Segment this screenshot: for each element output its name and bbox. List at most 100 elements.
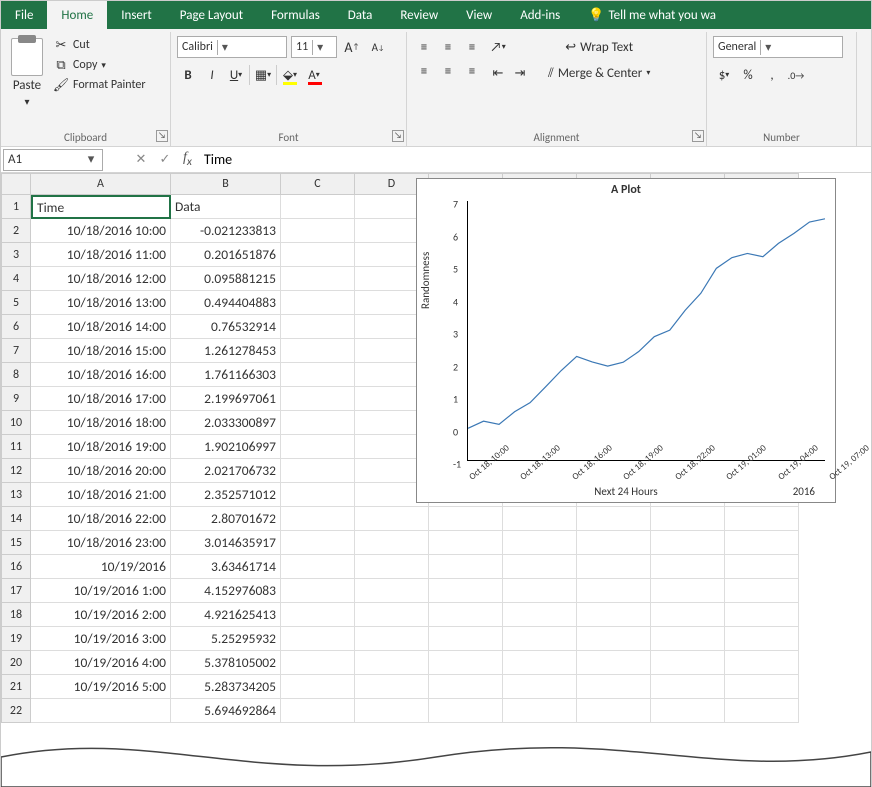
font-name-combo[interactable]: Calibri▾ bbox=[177, 36, 287, 58]
cell[interactable] bbox=[429, 555, 503, 579]
tab-formulas[interactable]: Formulas bbox=[257, 1, 334, 29]
chevron-down-icon[interactable]: ▾ bbox=[101, 60, 106, 71]
cell[interactable]: 4.921625413 bbox=[171, 603, 281, 627]
tab-home[interactable]: Home bbox=[47, 1, 107, 29]
cell[interactable]: 10/18/2016 17:00 bbox=[31, 387, 171, 411]
italic-button[interactable]: I bbox=[201, 64, 223, 86]
align-bottom-button[interactable]: ≡ bbox=[461, 36, 483, 58]
cell[interactable]: 10/18/2016 22:00 bbox=[31, 507, 171, 531]
cell[interactable] bbox=[281, 267, 355, 291]
cell[interactable]: 10/19/2016 3:00 bbox=[31, 627, 171, 651]
row-header[interactable]: 13 bbox=[1, 483, 31, 507]
cell[interactable] bbox=[429, 627, 503, 651]
cell[interactable]: 10/18/2016 10:00 bbox=[31, 219, 171, 243]
decrease-indent-button[interactable]: ⇤ bbox=[487, 62, 509, 84]
cell[interactable] bbox=[281, 387, 355, 411]
cell[interactable] bbox=[503, 507, 577, 531]
cell[interactable] bbox=[429, 675, 503, 699]
cell[interactable]: 2.352571012 bbox=[171, 483, 281, 507]
tab-insert[interactable]: Insert bbox=[107, 1, 166, 29]
font-size-combo[interactable]: 11▾ bbox=[291, 36, 337, 58]
cell[interactable] bbox=[577, 627, 651, 651]
row-header[interactable]: 10 bbox=[1, 411, 31, 435]
row-header[interactable]: 1 bbox=[1, 195, 31, 219]
cell[interactable] bbox=[577, 675, 651, 699]
merge-center-button[interactable]: ⫽Merge & Center▾ bbox=[541, 62, 657, 84]
chevron-down-icon[interactable]: ▾ bbox=[84, 152, 98, 167]
accounting-button[interactable]: $▾ bbox=[713, 64, 735, 86]
cell[interactable] bbox=[651, 675, 725, 699]
cell[interactable]: 10/18/2016 23:00 bbox=[31, 531, 171, 555]
cell[interactable] bbox=[651, 555, 725, 579]
cell[interactable] bbox=[503, 555, 577, 579]
row-header[interactable]: 17 bbox=[1, 579, 31, 603]
align-center-button[interactable]: ≡ bbox=[437, 60, 459, 82]
cell[interactable] bbox=[577, 603, 651, 627]
cell[interactable]: 10/19/2016 1:00 bbox=[31, 579, 171, 603]
cell[interactable]: 0.76532914 bbox=[171, 315, 281, 339]
chevron-down-icon[interactable]: ▾ bbox=[24, 95, 29, 108]
cell[interactable] bbox=[651, 603, 725, 627]
underline-button[interactable]: U▾ bbox=[225, 64, 247, 86]
cell[interactable] bbox=[281, 603, 355, 627]
paste-button[interactable]: Paste ▾ bbox=[7, 36, 47, 110]
cell[interactable]: 10/18/2016 14:00 bbox=[31, 315, 171, 339]
cell[interactable] bbox=[355, 507, 429, 531]
cell[interactable]: 10/18/2016 21:00 bbox=[31, 483, 171, 507]
dialog-launcher-alignment[interactable]: ↘ bbox=[692, 130, 704, 142]
row-header[interactable]: 12 bbox=[1, 459, 31, 483]
cell[interactable]: 2.021706732 bbox=[171, 459, 281, 483]
cell[interactable]: 5.283734205 bbox=[171, 675, 281, 699]
cell[interactable] bbox=[281, 699, 355, 723]
cell[interactable] bbox=[429, 651, 503, 675]
comma-button[interactable]: , bbox=[761, 64, 783, 86]
chevron-down-icon[interactable]: ▾ bbox=[217, 40, 231, 55]
cell[interactable] bbox=[281, 195, 355, 219]
cell[interactable] bbox=[281, 459, 355, 483]
cell[interactable] bbox=[577, 699, 651, 723]
row-header[interactable]: 19 bbox=[1, 627, 31, 651]
cell[interactable]: -0.021233813 bbox=[171, 219, 281, 243]
increase-decimal-button[interactable]: .0→ bbox=[785, 64, 807, 86]
cell[interactable] bbox=[281, 651, 355, 675]
cell[interactable]: 5.694692864 bbox=[171, 699, 281, 723]
cell[interactable]: 0.095881215 bbox=[171, 267, 281, 291]
tab-page-layout[interactable]: Page Layout bbox=[166, 1, 257, 29]
cell[interactable] bbox=[281, 363, 355, 387]
cell[interactable]: 10/19/2016 2:00 bbox=[31, 603, 171, 627]
cell[interactable] bbox=[429, 531, 503, 555]
cell[interactable] bbox=[651, 531, 725, 555]
chevron-down-icon[interactable]: ▾ bbox=[312, 40, 326, 55]
fx-icon[interactable]: fx bbox=[177, 150, 198, 169]
dialog-launcher-clipboard[interactable]: ↘ bbox=[156, 130, 168, 142]
cell[interactable] bbox=[725, 675, 799, 699]
row-header[interactable]: 16 bbox=[1, 555, 31, 579]
row-header[interactable]: 2 bbox=[1, 219, 31, 243]
formula-input[interactable] bbox=[198, 148, 871, 172]
cell[interactable] bbox=[503, 627, 577, 651]
cell[interactable] bbox=[281, 411, 355, 435]
row-header[interactable]: 18 bbox=[1, 603, 31, 627]
cell[interactable]: 1.261278453 bbox=[171, 339, 281, 363]
row-header[interactable]: 4 bbox=[1, 267, 31, 291]
cell[interactable] bbox=[281, 291, 355, 315]
column-header-C[interactable]: C bbox=[281, 173, 355, 195]
cell[interactable] bbox=[281, 339, 355, 363]
cell[interactable] bbox=[503, 699, 577, 723]
cell[interactable] bbox=[577, 555, 651, 579]
cell[interactable]: 1.761166303 bbox=[171, 363, 281, 387]
row-header[interactable]: 3 bbox=[1, 243, 31, 267]
cell[interactable]: 10/18/2016 18:00 bbox=[31, 411, 171, 435]
row-header[interactable]: 22 bbox=[1, 699, 31, 723]
name-box[interactable]: A1▾ bbox=[3, 149, 103, 171]
row-header[interactable]: 11 bbox=[1, 435, 31, 459]
column-header-A[interactable]: A bbox=[31, 173, 171, 195]
tab-file[interactable]: File bbox=[1, 1, 47, 29]
wrap-text-button[interactable]: ↩Wrap Text bbox=[541, 36, 657, 58]
cell[interactable] bbox=[503, 531, 577, 555]
cell[interactable] bbox=[577, 507, 651, 531]
cell[interactable] bbox=[651, 699, 725, 723]
cell[interactable] bbox=[577, 651, 651, 675]
decrease-font-button[interactable]: A↓ bbox=[367, 36, 389, 58]
cell[interactable] bbox=[355, 675, 429, 699]
